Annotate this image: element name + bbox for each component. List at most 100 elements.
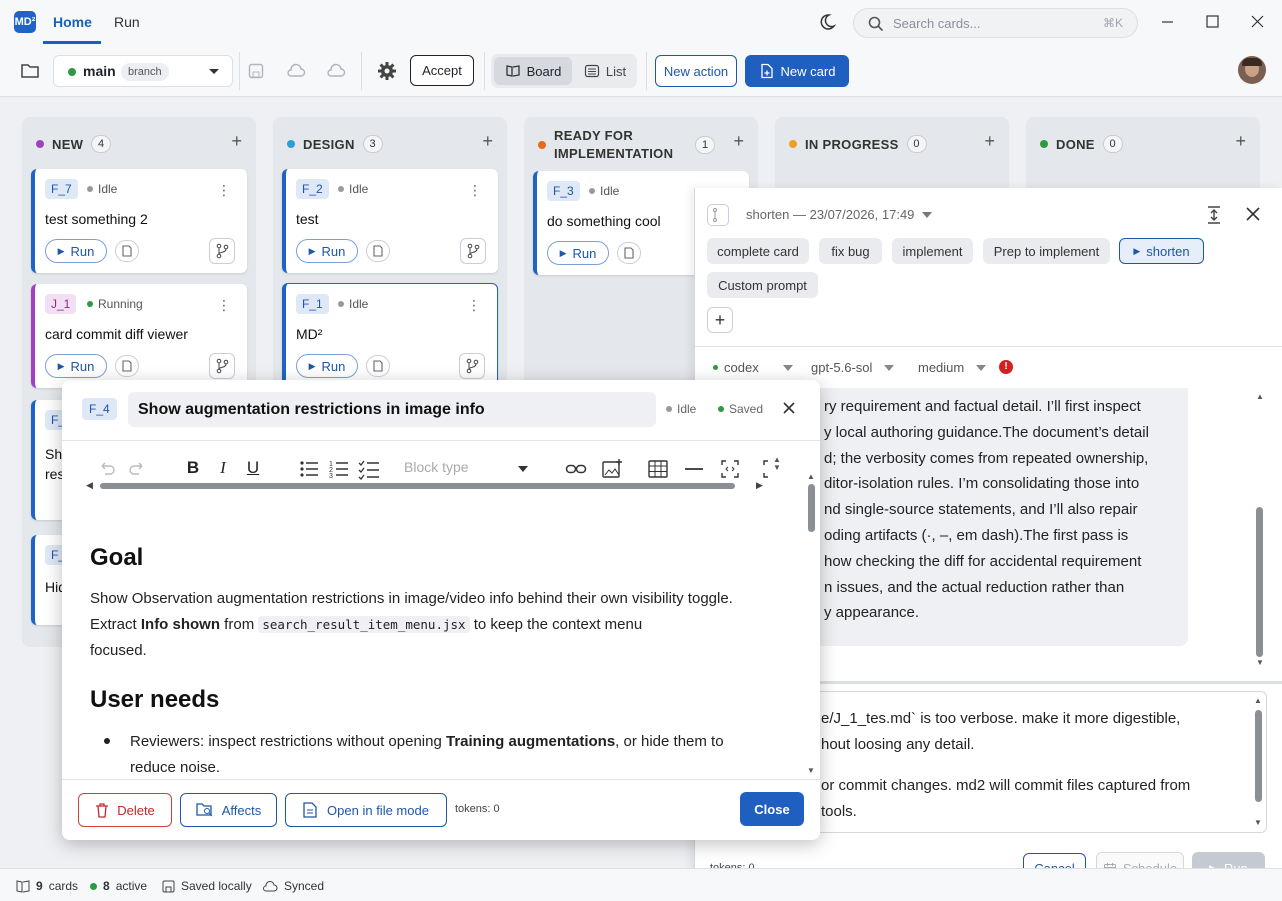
cloud-sync-icon[interactable] bbox=[326, 63, 346, 79]
card-menu-icon[interactable]: ⋮ bbox=[467, 297, 481, 314]
list-view-button[interactable]: List bbox=[578, 57, 632, 85]
link-icon[interactable] bbox=[565, 458, 587, 480]
content-scrollbar[interactable] bbox=[808, 484, 815, 532]
numbered-list-icon[interactable]: 123 bbox=[328, 458, 350, 480]
branch-selector[interactable]: main branch bbox=[53, 55, 233, 87]
toolbar-scroll-arrows[interactable]: ▲ ▼ bbox=[773, 456, 781, 472]
card-menu-icon[interactable]: ⋮ bbox=[217, 297, 231, 314]
card-F_2[interactable]: F_2 Idle ⋮ test ▶ Run bbox=[282, 169, 498, 273]
card-doc-icon[interactable] bbox=[115, 240, 139, 262]
content-scroll-up[interactable]: ▲ bbox=[807, 472, 815, 481]
new-action-button[interactable]: New action bbox=[655, 55, 737, 87]
scroll-left-icon[interactable]: ◀ bbox=[86, 480, 93, 491]
add-card-button[interactable]: + bbox=[482, 131, 493, 152]
run-history-selector[interactable]: shorten — 23/07/2026, 17:49 bbox=[746, 207, 933, 222]
table-icon[interactable] bbox=[647, 458, 669, 480]
underline-icon[interactable]: U bbox=[242, 458, 264, 480]
effort-selector[interactable]: medium bbox=[918, 360, 987, 375]
chevron-down-icon[interactable] bbox=[518, 466, 528, 472]
card-branch-icon[interactable] bbox=[209, 353, 235, 379]
cloud-upload-icon[interactable] bbox=[286, 63, 306, 79]
save-icon[interactable] bbox=[248, 63, 264, 79]
heading-user-needs: User needs bbox=[90, 686, 220, 713]
card-F_1[interactable]: F_1 Idle ⋮ MD² ▶ Run bbox=[282, 283, 498, 387]
search-icon bbox=[868, 16, 884, 32]
bold-icon[interactable]: B bbox=[182, 458, 204, 480]
scroll-right-icon[interactable]: ▶ bbox=[756, 480, 763, 491]
minimize-icon[interactable] bbox=[1157, 12, 1177, 32]
card-doc-icon[interactable] bbox=[617, 242, 641, 264]
card-doc-icon[interactable] bbox=[115, 355, 139, 377]
add-card-button[interactable]: + bbox=[733, 131, 744, 152]
card-run-button[interactable]: ▶ Run bbox=[296, 354, 358, 378]
affects-button[interactable]: Affects bbox=[180, 793, 277, 827]
folder-icon[interactable] bbox=[20, 62, 40, 80]
close-modal-icon[interactable] bbox=[783, 402, 795, 414]
card-status: Idle bbox=[589, 184, 619, 198]
add-card-button[interactable]: + bbox=[984, 131, 995, 152]
card-doc-icon[interactable] bbox=[366, 240, 390, 262]
card-menu-icon[interactable]: ⋮ bbox=[217, 182, 231, 199]
user-needs-list-item[interactable]: Reviewers: inspect restrictions without … bbox=[104, 729, 780, 781]
horizontal-rule-icon[interactable] bbox=[683, 458, 705, 480]
card-doc-icon[interactable] bbox=[366, 355, 390, 377]
card-run-button[interactable]: ▶ Run bbox=[45, 354, 107, 378]
checklist-icon[interactable] bbox=[358, 458, 380, 480]
card-run-button[interactable]: ▶ Run bbox=[45, 239, 107, 263]
action-chip-fix-bug[interactable]: fix bug bbox=[819, 238, 882, 264]
card-F_7[interactable]: F_7 Idle ⋮ test something 2 ▶ Run bbox=[31, 169, 247, 273]
code-block-icon[interactable] bbox=[719, 458, 741, 480]
close-button[interactable]: Close bbox=[740, 792, 804, 826]
add-action-button[interactable]: + bbox=[707, 307, 733, 333]
action-chip-custom-prompt[interactable]: Custom prompt bbox=[707, 272, 818, 298]
action-chip-implement[interactable]: implement bbox=[892, 238, 973, 264]
folder-search-icon bbox=[196, 803, 213, 817]
maximize-icon[interactable] bbox=[1202, 12, 1222, 32]
add-card-button[interactable]: + bbox=[1235, 131, 1246, 152]
redo-icon[interactable] bbox=[126, 458, 148, 480]
toolbar-horizontal-scrollbar[interactable] bbox=[100, 483, 735, 489]
card-title-input[interactable]: Show augmentation restrictions in image … bbox=[128, 392, 656, 427]
search-input[interactable]: Search cards... ⌘K bbox=[853, 8, 1138, 38]
card-run-button[interactable]: ▶ Run bbox=[547, 241, 609, 265]
card-status: Idle bbox=[338, 297, 368, 311]
log-scrollbar[interactable]: ▲ ▼ bbox=[1252, 392, 1266, 668]
card-branch-icon[interactable] bbox=[460, 238, 486, 264]
action-chip-complete-card[interactable]: complete card bbox=[707, 238, 809, 264]
more-toolbar-icon[interactable] bbox=[761, 458, 773, 480]
open-file-mode-button[interactable]: Open in file mode bbox=[285, 793, 447, 827]
new-card-button[interactable]: New card bbox=[745, 55, 849, 87]
block-type-select[interactable]: Block type bbox=[404, 459, 469, 475]
action-chip-shorten[interactable]: ▶ shorten bbox=[1119, 238, 1204, 264]
insert-image-icon[interactable] bbox=[601, 458, 623, 480]
goal-paragraph[interactable]: Show Observation augmentation restrictio… bbox=[90, 586, 780, 664]
card-run-button[interactable]: ▶ Run bbox=[296, 239, 358, 263]
close-window-icon[interactable] bbox=[1247, 12, 1267, 32]
close-panel-icon[interactable] bbox=[1246, 207, 1260, 221]
card-branch-icon[interactable] bbox=[209, 238, 235, 264]
agent-selector[interactable]: codex bbox=[713, 360, 793, 375]
bullet-list-icon[interactable] bbox=[298, 458, 320, 480]
card-menu-icon[interactable]: ⋮ bbox=[468, 182, 482, 199]
theme-toggle-icon[interactable] bbox=[818, 13, 836, 31]
delete-button[interactable]: Delete bbox=[78, 793, 172, 827]
error-icon[interactable]: ! bbox=[999, 360, 1013, 374]
italic-icon[interactable]: I bbox=[212, 458, 234, 480]
collapse-icon[interactable] bbox=[1206, 206, 1222, 224]
action-chip-prep-to-implement[interactable]: Prep to implement bbox=[983, 238, 1110, 264]
card-branch-icon[interactable] bbox=[459, 353, 485, 379]
content-scroll-down[interactable]: ▼ bbox=[807, 766, 815, 775]
save-icon bbox=[162, 880, 175, 892]
run-branch-icon[interactable] bbox=[707, 204, 729, 226]
card-J_1[interactable]: J_1 Running ⋮ card commit diff viewer ▶ R… bbox=[31, 284, 247, 388]
branch-badge: branch bbox=[121, 63, 169, 81]
undo-icon[interactable] bbox=[96, 458, 118, 480]
model-selector[interactable]: gpt-5.6-sol bbox=[811, 360, 895, 375]
settings-gear-icon[interactable] bbox=[377, 61, 397, 81]
tab-run[interactable]: Run bbox=[114, 14, 140, 30]
tab-home[interactable]: Home bbox=[53, 14, 92, 30]
user-avatar[interactable] bbox=[1238, 56, 1266, 84]
add-card-button[interactable]: + bbox=[231, 131, 242, 152]
board-view-button[interactable]: Board bbox=[494, 57, 572, 85]
accept-button[interactable]: Accept bbox=[410, 55, 474, 86]
